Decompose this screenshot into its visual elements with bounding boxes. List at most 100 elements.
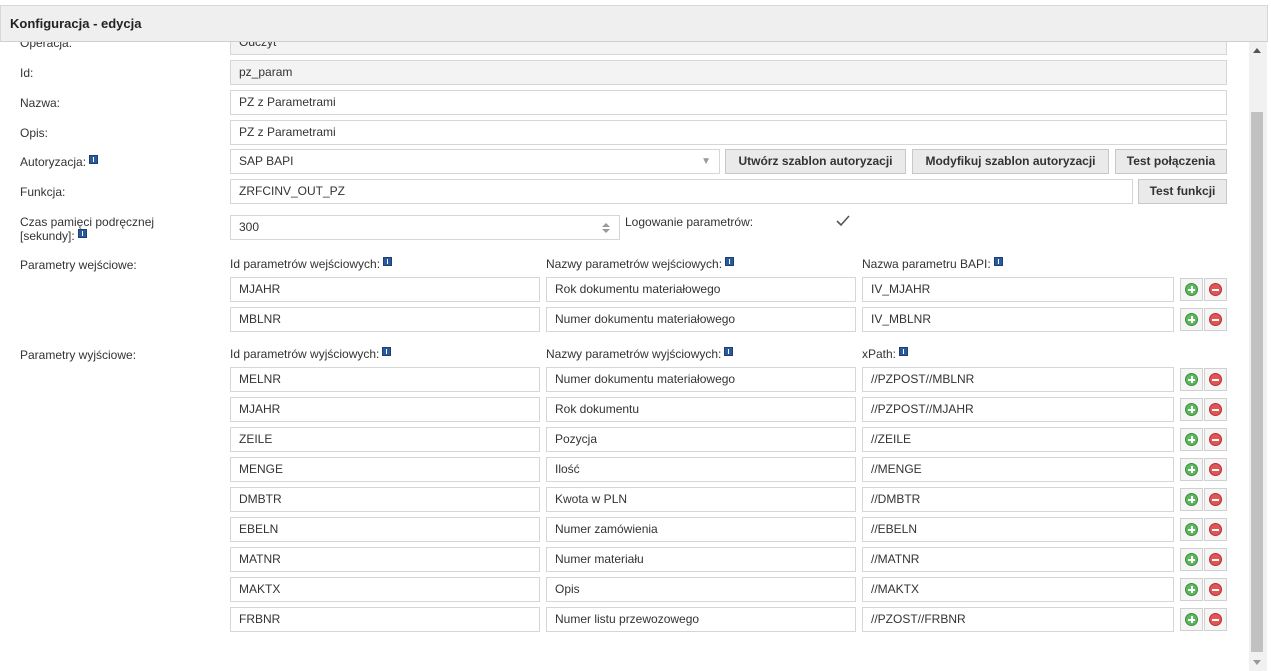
output-param-name[interactable]: Rok dokumentu: [546, 397, 856, 422]
info-icon[interactable]: [383, 257, 393, 266]
info-icon[interactable]: [77, 229, 87, 238]
output-param-id[interactable]: DMBTR: [230, 487, 540, 512]
add-row-button[interactable]: [1180, 488, 1203, 511]
output-param-id[interactable]: ZEILE: [230, 427, 540, 452]
plus-icon: [1185, 403, 1198, 416]
spinner-arrows-icon[interactable]: [601, 222, 611, 234]
output-param-id[interactable]: MENGE: [230, 457, 540, 482]
remove-row-button[interactable]: [1204, 398, 1227, 421]
scroll-down-icon[interactable]: [1253, 660, 1261, 665]
output-param-id[interactable]: MELNR: [230, 367, 540, 392]
info-icon[interactable]: [724, 347, 734, 356]
remove-row-button[interactable]: [1204, 608, 1227, 631]
cache-label-line1: Czas pamięci podręcznej: [20, 215, 155, 229]
remove-row-button[interactable]: [1204, 278, 1227, 301]
output-param-name[interactable]: Numer listu przewozowego: [546, 607, 856, 632]
opis-input[interactable]: PZ z Parametrami: [230, 120, 1227, 145]
input-param-id[interactable]: MBLNR: [230, 307, 540, 332]
output-param-id[interactable]: FRBNR: [230, 607, 540, 632]
output-id-header-text: Id parametrów wyjściowych:: [230, 347, 380, 361]
output-param-id[interactable]: MJAHR: [230, 397, 540, 422]
add-row-button[interactable]: [1180, 458, 1203, 481]
add-row-button[interactable]: [1180, 398, 1203, 421]
funkcja-label: Funkcja:: [20, 185, 66, 199]
output-param-xpath[interactable]: //DMBTR: [862, 487, 1174, 512]
plus-icon: [1185, 613, 1198, 626]
add-row-button[interactable]: [1180, 278, 1203, 301]
add-row-button[interactable]: [1180, 548, 1203, 571]
add-row-button[interactable]: [1180, 608, 1203, 631]
info-icon[interactable]: [382, 347, 392, 356]
add-row-button[interactable]: [1180, 518, 1203, 541]
input-param-bapi[interactable]: IV_MBLNR: [862, 307, 1174, 332]
scrollbar-thumb[interactable]: [1251, 112, 1263, 652]
chevron-down-icon: ▼: [701, 156, 711, 167]
add-row-button[interactable]: [1180, 368, 1203, 391]
info-icon[interactable]: [993, 257, 1003, 266]
config-edit-window: Konfiguracja - edycja Operacja: Odczyt I…: [0, 0, 1271, 671]
operacja-field[interactable]: Odczyt: [230, 42, 1227, 55]
info-icon[interactable]: [89, 155, 99, 164]
info-icon[interactable]: [725, 257, 735, 266]
test-function-button[interactable]: Test funkcji: [1138, 179, 1227, 204]
minus-icon: [1209, 403, 1222, 416]
output-param-xpath[interactable]: //PZPOST//MJAHR: [862, 397, 1174, 422]
output-param-xpath[interactable]: //PZPOST//MBLNR: [862, 367, 1174, 392]
remove-row-button[interactable]: [1204, 548, 1227, 571]
input-param-bapi[interactable]: IV_MJAHR: [862, 277, 1174, 302]
minus-icon: [1209, 373, 1222, 386]
nazwa-label: Nazwa:: [20, 96, 61, 110]
output-param-name[interactable]: Kwota w PLN: [546, 487, 856, 512]
test-connection-button[interactable]: Test połączenia: [1115, 149, 1227, 174]
remove-row-button[interactable]: [1204, 428, 1227, 451]
modify-auth-template-button[interactable]: Modyfikuj szablon autoryzacji: [912, 149, 1109, 174]
output-param-xpath[interactable]: //MATNR: [862, 547, 1174, 572]
id-field[interactable]: pz_param: [230, 60, 1227, 85]
remove-row-button[interactable]: [1204, 488, 1227, 511]
input-param-name[interactable]: Numer dokumentu materiałowego: [546, 307, 856, 332]
remove-row-button[interactable]: [1204, 308, 1227, 331]
create-auth-template-button[interactable]: Utwórz szablon autoryzacji: [725, 149, 906, 174]
input-id-header-text: Id parametrów wejściowych:: [230, 257, 381, 271]
info-icon[interactable]: [899, 347, 909, 356]
output-param-id[interactable]: MATNR: [230, 547, 540, 572]
input-param-id[interactable]: MJAHR: [230, 277, 540, 302]
output-param-xpath[interactable]: //MENGE: [862, 457, 1174, 482]
output-param-name[interactable]: Numer zamówienia: [546, 517, 856, 542]
remove-row-button[interactable]: [1204, 578, 1227, 601]
output-param-xpath[interactable]: //ZEILE: [862, 427, 1174, 452]
input-name-header-text: Nazwy parametrów wejściowych:: [546, 257, 723, 271]
output-param-name[interactable]: Numer materiału: [546, 547, 856, 572]
funkcja-input[interactable]: ZRFCINV_OUT_PZ: [230, 179, 1133, 204]
cache-seconds-stepper[interactable]: 300: [230, 215, 620, 240]
output-param-id[interactable]: MAKTX: [230, 577, 540, 602]
autoryzacja-select[interactable]: SAP BAPI ▼: [230, 149, 720, 174]
nazwa-input[interactable]: PZ z Parametrami: [230, 90, 1227, 115]
plus-icon: [1185, 463, 1198, 476]
output-param-name[interactable]: Numer dokumentu materiałowego: [546, 367, 856, 392]
add-row-button[interactable]: [1180, 578, 1203, 601]
remove-row-button[interactable]: [1204, 518, 1227, 541]
scroll-up-icon[interactable]: [1253, 48, 1261, 53]
output-param-name[interactable]: Opis: [546, 577, 856, 602]
output-param-xpath[interactable]: //MAKTX: [862, 577, 1174, 602]
plus-icon: [1185, 373, 1198, 386]
add-row-button[interactable]: [1180, 308, 1203, 331]
output-param-xpath[interactable]: //PZOST//FRBNR: [862, 607, 1174, 632]
output-param-xpath[interactable]: //EBELN: [862, 517, 1174, 542]
logging-checkbox[interactable]: [836, 214, 850, 228]
output-param-name[interactable]: Pozycja: [546, 427, 856, 452]
autoryzacja-label-text: Autoryzacja:: [20, 155, 87, 169]
vertical-scrollbar[interactable]: [1249, 42, 1267, 671]
remove-row-button[interactable]: [1204, 458, 1227, 481]
plus-icon: [1185, 553, 1198, 566]
minus-icon: [1209, 283, 1222, 296]
input-params-label: Parametry wejściowe:: [20, 258, 137, 272]
output-param-id[interactable]: EBELN: [230, 517, 540, 542]
input-name-header: Nazwy parametrów wejściowych:: [546, 257, 735, 271]
remove-row-button[interactable]: [1204, 368, 1227, 391]
input-param-name[interactable]: Rok dokumentu materiałowego: [546, 277, 856, 302]
output-param-name[interactable]: Ilość: [546, 457, 856, 482]
add-row-button[interactable]: [1180, 428, 1203, 451]
minus-icon: [1209, 313, 1222, 326]
